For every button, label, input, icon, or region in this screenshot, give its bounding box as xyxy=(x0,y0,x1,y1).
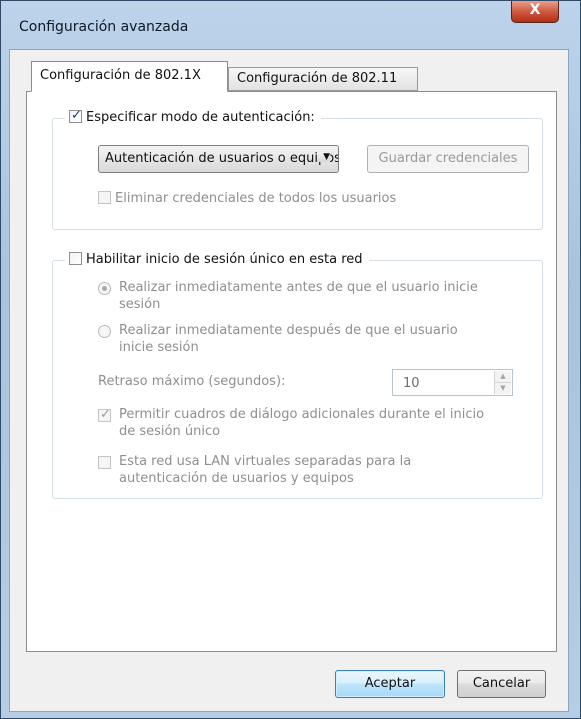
spinner-down-icon[interactable]: ▼ xyxy=(495,383,511,394)
dropdown-arrow-icon: ▼ xyxy=(317,152,330,162)
allow-dialogs-line2: de sesión único xyxy=(119,424,221,439)
close-icon: X xyxy=(529,2,541,18)
allow-dialogs-checkbox[interactable] xyxy=(98,407,115,424)
radio-after-line2: inicie sesión xyxy=(119,340,199,355)
radio-after-line1: Realizar inmediatamente después de que e… xyxy=(119,323,458,338)
tab-80211[interactable]: Configuración de 802.11 xyxy=(228,67,418,91)
delete-credentials-checkbox[interactable]: Eliminar credenciales de todos los usuar… xyxy=(98,191,396,206)
spinner-up-icon[interactable]: ▲ xyxy=(495,371,511,383)
radio-after-logon-label: Realizar inmediatamente después de que e… xyxy=(119,322,458,356)
auth-mode-group xyxy=(52,118,543,230)
tab-8021x[interactable]: Configuración de 802.1X xyxy=(31,61,228,92)
tab-80211-label: Configuración de 802.11 xyxy=(237,71,398,86)
specify-mode-checkbox[interactable]: Especificar modo de autenticación: xyxy=(65,108,321,125)
vlan-checkbox[interactable] xyxy=(98,456,115,471)
max-delay-spinner[interactable]: 10 ▲ ▼ xyxy=(392,369,513,396)
checkbox-checked-icon[interactable] xyxy=(69,108,82,123)
max-delay-label: Retraso máximo (segundos): xyxy=(98,374,286,389)
radio-unselected-icon[interactable] xyxy=(98,325,111,338)
auth-mode-select[interactable]: Autenticación de usuarios o equipos ▼ xyxy=(98,145,339,173)
radio-before-line2: sesión xyxy=(119,297,161,312)
checkbox-unchecked-icon[interactable] xyxy=(98,456,111,469)
vlan-line2: autenticación de usuarios y equipos xyxy=(119,471,354,486)
radio-before-logon-label: Realizar inmediatamente antes de que el … xyxy=(119,279,478,313)
enable-sso-checkbox[interactable]: Habilitar inicio de sesión único en esta… xyxy=(65,252,369,267)
radio-before-logon[interactable] xyxy=(98,282,111,299)
allow-dialogs-label: Permitir cuadros de diálogo adicionales … xyxy=(119,406,484,440)
delete-credentials-label: Eliminar credenciales de todos los usuar… xyxy=(115,191,397,206)
checkbox-unchecked-icon[interactable] xyxy=(69,252,82,265)
max-delay-value: 10 xyxy=(403,376,420,391)
ok-button[interactable]: Aceptar xyxy=(335,670,445,698)
auth-mode-value: Autenticación de usuarios o equipos xyxy=(105,151,339,166)
cancel-label: Cancelar xyxy=(472,676,531,691)
enable-sso-label: Habilitar inicio de sesión único en esta… xyxy=(86,252,363,267)
allow-dialogs-line1: Permitir cuadros de diálogo adicionales … xyxy=(119,407,485,422)
checkbox-unchecked-icon[interactable] xyxy=(98,191,111,204)
radio-after-logon[interactable] xyxy=(98,325,111,342)
save-credentials-label: Guardar credenciales xyxy=(378,151,518,166)
ok-label: Aceptar xyxy=(364,676,416,691)
vlan-label: Esta red usa LAN virtuales separadas par… xyxy=(119,453,411,487)
close-button[interactable]: X xyxy=(511,1,559,23)
window-title: Configuración avanzada xyxy=(19,19,189,35)
tab-8021x-label: Configuración de 802.1X xyxy=(40,68,201,83)
spinner-arrows: ▲ ▼ xyxy=(494,371,511,394)
radio-selected-icon[interactable] xyxy=(98,282,111,295)
checkbox-checked-icon[interactable] xyxy=(98,407,111,422)
dialog-window: Configuración avanzada X Configuración d… xyxy=(0,0,581,719)
radio-before-line1: Realizar inmediatamente antes de que el … xyxy=(119,280,478,295)
specify-mode-label: Especificar modo de autenticación: xyxy=(86,110,315,125)
save-credentials-button[interactable]: Guardar credenciales xyxy=(367,145,529,173)
cancel-button[interactable]: Cancelar xyxy=(457,670,546,698)
vlan-line1: Esta red usa LAN virtuales separadas par… xyxy=(119,454,412,469)
